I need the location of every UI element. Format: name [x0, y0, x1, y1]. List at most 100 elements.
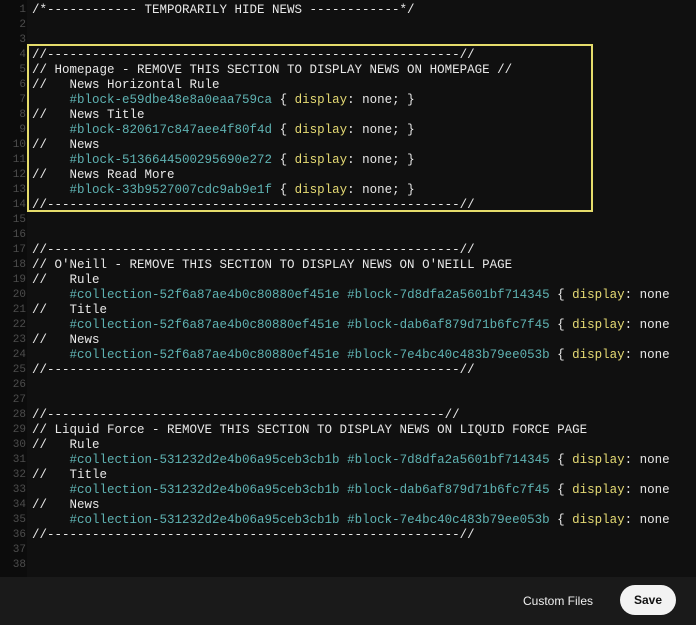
code-text: // News Read More: [32, 168, 175, 182]
code-line[interactable]: 21 // Title: [0, 303, 696, 318]
code-text: {: [549, 453, 573, 467]
code-line[interactable]: 14 //------------------------------------…: [0, 198, 696, 213]
code-line[interactable]: 4 //-------------------------------------…: [0, 48, 696, 63]
code-line[interactable]: 17 //------------------------------------…: [0, 243, 696, 258]
line-number: 14: [12, 199, 26, 211]
code-line[interactable]: 25 //------------------------------------…: [0, 363, 696, 378]
code-text: : none: [624, 513, 670, 527]
code-line[interactable]: 5 // Homepage - REMOVE THIS SECTION TO DI…: [0, 63, 696, 78]
code-line[interactable]: 3: [0, 33, 696, 48]
code-line[interactable]: 8 // News Title: [0, 108, 696, 123]
line-number: 33: [12, 484, 26, 496]
code-text: {: [272, 153, 295, 167]
css-property: display: [572, 483, 625, 497]
code-text: // Title: [32, 468, 108, 482]
code-line[interactable]: 32 // Title: [0, 468, 696, 483]
code-text: //--------------------------------------…: [32, 198, 475, 212]
line-code: #collection-531232d2e4b06a95ceb3cb1b #bl…: [32, 453, 670, 468]
save-button[interactable]: Save: [620, 585, 676, 615]
code-line[interactable]: 35 #collection-531232d2e4b06a95ceb3cb1b …: [0, 513, 696, 528]
code-text: : none; }: [347, 153, 415, 167]
code-line[interactable]: 18 // O'Neill - REMOVE THIS SECTION TO DI…: [0, 258, 696, 273]
custom-files-link[interactable]: Custom Files: [523, 594, 593, 608]
code-line[interactable]: 6 // News Horizontal Rule: [0, 78, 696, 93]
line-number: 34: [12, 499, 26, 511]
line-code: //--------------------------------------…: [32, 48, 475, 63]
code-line[interactable]: 19 // Rule: [0, 273, 696, 288]
code-line[interactable]: 30 // Rule: [0, 438, 696, 453]
line-number: 36: [12, 529, 26, 541]
line-number: 24: [12, 349, 26, 361]
line-code: // News Read More: [32, 168, 175, 183]
line-code: //--------------------------------------…: [32, 408, 460, 423]
code-line[interactable]: 22 #collection-52f6a87ae4b0c80880ef451e …: [0, 318, 696, 333]
line-code: // Homepage - REMOVE THIS SECTION TO DIS…: [32, 63, 512, 78]
line-code: // News: [32, 498, 100, 513]
code-line[interactable]: 12 // News Read More: [0, 168, 696, 183]
code-line[interactable]: 29 // Liquid Force - REMOVE THIS SECTION …: [0, 423, 696, 438]
code-text: : none: [624, 318, 670, 332]
line-code: #collection-52f6a87ae4b0c80880ef451e #bl…: [32, 348, 670, 363]
code-line[interactable]: 34 // News: [0, 498, 696, 513]
line-number: 18: [12, 259, 26, 271]
code-line[interactable]: 16: [0, 228, 696, 243]
code-line[interactable]: 11 #block-5136644500295690e272 { display…: [0, 153, 696, 168]
line-number: 5: [19, 64, 26, 76]
code-line[interactable]: 15: [0, 213, 696, 228]
line-code: #block-e59dbe48e8a0eaa759ca { display: n…: [32, 93, 415, 108]
code-line[interactable]: 7 #block-e59dbe48e8a0eaa759ca { display:…: [0, 93, 696, 108]
code-line[interactable]: 1 /*------------ TEMPORARILY HIDE NEWS --…: [0, 3, 696, 18]
code-line[interactable]: 36 //------------------------------------…: [0, 528, 696, 543]
code-line[interactable]: 26: [0, 378, 696, 393]
code-line[interactable]: 2: [0, 18, 696, 33]
code-line[interactable]: 31 #collection-531232d2e4b06a95ceb3cb1b …: [0, 453, 696, 468]
code-line[interactable]: 20 #collection-52f6a87ae4b0c80880ef451e …: [0, 288, 696, 303]
line-code: // Rule: [32, 438, 100, 453]
code-line[interactable]: 37: [0, 543, 696, 558]
css-selector: #collection-531232d2e4b06a95ceb3cb1b: [69, 453, 340, 467]
code-line[interactable]: 9 #block-820617c847aee4f80f4d { display:…: [0, 123, 696, 138]
css-property: display: [572, 348, 625, 362]
code-line[interactable]: 24 #collection-52f6a87ae4b0c80880ef451e …: [0, 348, 696, 363]
code-text: // Rule: [32, 438, 100, 452]
css-selector: #block-dab6af879d71b6fc7f45: [347, 483, 550, 497]
code-line[interactable]: 23 // News: [0, 333, 696, 348]
code-line[interactable]: 33 #collection-531232d2e4b06a95ceb3cb1b …: [0, 483, 696, 498]
line-number: 7: [19, 94, 26, 106]
code-text: : none: [624, 453, 670, 467]
css-selector: #block-820617c847aee4f80f4d: [69, 123, 273, 137]
code-editor[interactable]: 1 /*------------ TEMPORARILY HIDE NEWS --…: [0, 0, 696, 577]
css-selector: #block-5136644500295690e272: [69, 153, 273, 167]
code-line[interactable]: 10 // News: [0, 138, 696, 153]
line-number: 26: [12, 379, 26, 391]
code-text: // O'Neill - REMOVE THIS SECTION TO DISP…: [32, 258, 513, 272]
code-line[interactable]: 13 #block-33b9527007cdc9ab9e1f { display…: [0, 183, 696, 198]
line-code: //--------------------------------------…: [32, 243, 475, 258]
line-code: #block-5136644500295690e272 { display: n…: [32, 153, 415, 168]
line-code: // Rule: [32, 273, 100, 288]
code-line[interactable]: 27: [0, 393, 696, 408]
line-code: #collection-52f6a87ae4b0c80880ef451e #bl…: [32, 288, 670, 303]
line-code: /*------------ TEMPORARILY HIDE NEWS ---…: [32, 3, 415, 18]
css-selector: #block-7d8dfa2a5601bf714345: [347, 453, 550, 467]
line-code: //--------------------------------------…: [32, 198, 475, 213]
line-number: 11: [12, 154, 26, 166]
code-text: {: [549, 288, 573, 302]
line-number: 3: [19, 34, 26, 46]
line-number: 17: [12, 244, 26, 256]
line-number: 38: [12, 559, 26, 571]
code-text: {: [272, 93, 295, 107]
code-text: //--------------------------------------…: [32, 48, 475, 62]
code-line[interactable]: 28 //------------------------------------…: [0, 408, 696, 423]
line-number: 12: [12, 169, 26, 181]
css-selector: #block-33b9527007cdc9ab9e1f: [69, 183, 273, 197]
css-selector: #collection-52f6a87ae4b0c80880ef451e: [69, 288, 340, 302]
code-line[interactable]: 38: [0, 558, 696, 573]
